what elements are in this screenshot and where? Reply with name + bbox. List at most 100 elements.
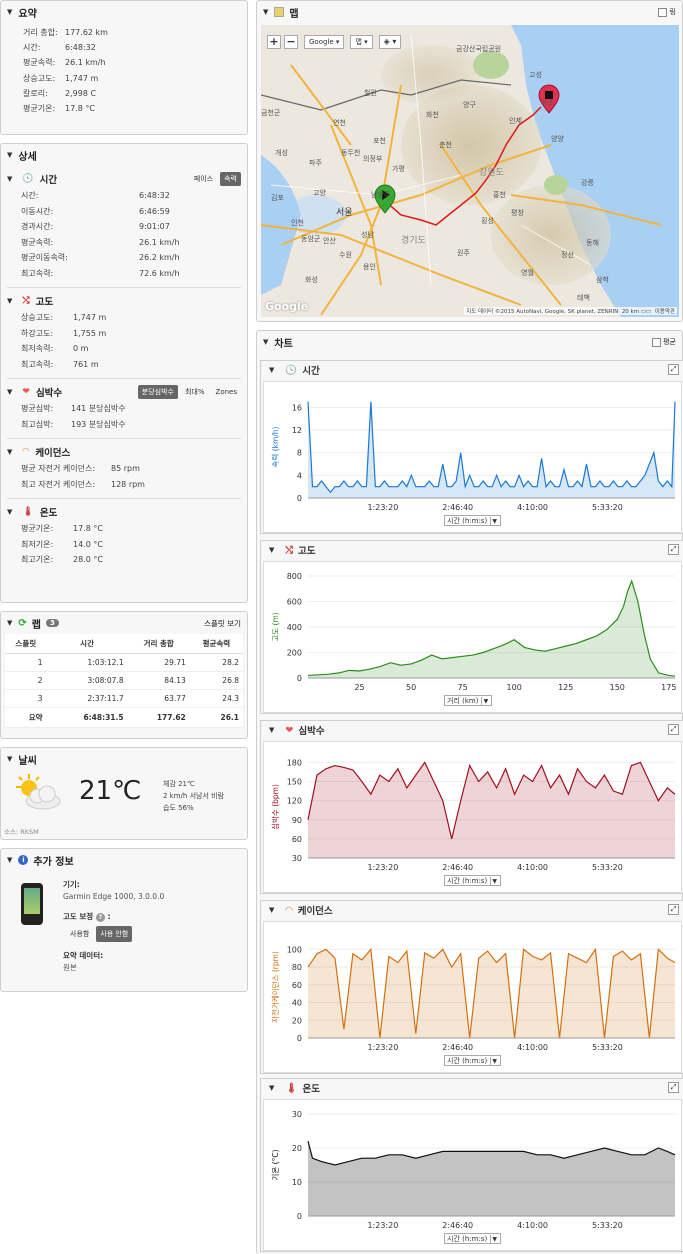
collapse-caret-icon[interactable]: ▼ bbox=[7, 297, 12, 305]
y-axis-label: 심박수 (bpm) bbox=[270, 784, 280, 830]
stat-value: 128 rpm bbox=[111, 479, 145, 489]
chevron-down-icon[interactable]: ▼ bbox=[481, 697, 489, 706]
chart-plot-area[interactable]: 30 60 90 120 150 180 1:23:20 2:46:40 4:10:00 5:33… bbox=[263, 741, 682, 893]
correction-off-button[interactable]: 사용 안함 bbox=[96, 926, 133, 942]
collapse-caret-icon[interactable]: ▼ bbox=[7, 151, 12, 159]
expand-icon[interactable]: ⤢ bbox=[668, 1082, 679, 1093]
cadence-section-title: 케이던스 bbox=[35, 448, 71, 459]
average-checkbox[interactable] bbox=[651, 337, 661, 347]
x-axis-select[interactable]: 시간 (h:m:s) ▼ bbox=[444, 1055, 502, 1066]
lap-column-header[interactable]: 거리 총합 bbox=[127, 634, 190, 654]
collapse-caret-icon[interactable]: ▼ bbox=[263, 8, 268, 16]
stat-label: 시간: bbox=[21, 191, 39, 200]
lap-total-row: 요약 6:48:31.5 177.62 26.1 bbox=[5, 707, 243, 728]
collapse-caret-icon[interactable]: ▼ bbox=[7, 755, 12, 763]
chevron-down-icon[interactable]: ▼ bbox=[490, 1057, 498, 1066]
detail-title: 상세 bbox=[18, 151, 37, 163]
lap-column-header[interactable]: 스플릿 bbox=[5, 634, 47, 654]
stat-value: 26.2 km/h bbox=[139, 253, 180, 262]
summary-title: 요약 bbox=[18, 8, 37, 20]
map-place-label: 강릉 bbox=[581, 178, 594, 187]
y-tick-label: 400 bbox=[287, 623, 302, 632]
map-type-select[interactable]: 맵 ▾ bbox=[350, 35, 373, 49]
expand-icon[interactable]: ⤢ bbox=[668, 724, 679, 735]
pace-toggle[interactable]: 페이스 bbox=[190, 172, 217, 186]
stat-row: 시간: 6:48:32 bbox=[23, 40, 247, 55]
terms-link[interactable]: 이용약관 bbox=[655, 309, 675, 315]
map-provider-select[interactable]: Google ▾ bbox=[304, 35, 345, 49]
zoom-out-button[interactable]: − bbox=[284, 35, 298, 49]
split-view-link[interactable]: 스플릿 보기 bbox=[204, 618, 241, 629]
heartrate-section-title: 심박수 bbox=[35, 388, 63, 399]
chevron-down-icon[interactable]: ▼ bbox=[490, 517, 498, 526]
y-tick-label: 0 bbox=[297, 674, 302, 683]
summary-data-label: 요약 데이터: bbox=[63, 951, 104, 960]
y-tick-label: 0 bbox=[297, 494, 302, 503]
lap-row[interactable]: 3 2:37:11.7 63.77 24.3 bbox=[5, 689, 243, 708]
lap-total-cell: 177.62 bbox=[127, 707, 190, 728]
map-place-label: 영월 bbox=[521, 268, 534, 277]
zoom-in-button[interactable]: + bbox=[267, 35, 281, 49]
expand-icon[interactable]: ⤢ bbox=[668, 904, 679, 915]
map-place-label: 철원 bbox=[364, 88, 377, 97]
stat-row: 최저속력: 0 m bbox=[21, 341, 241, 357]
chart-plot-area[interactable]: 0 20 40 60 80 100 1:23:20 2:46:40 4:10:00 5:33:20… bbox=[263, 921, 682, 1073]
zones-toggle[interactable]: Zones bbox=[212, 386, 241, 398]
fullscreen-checkbox[interactable] bbox=[658, 7, 668, 17]
speed-toggle[interactable]: 속력 bbox=[220, 172, 241, 186]
chart-title: 케이던스 bbox=[297, 906, 333, 917]
maxpct-toggle[interactable]: 최대% bbox=[181, 385, 209, 399]
chevron-down-icon[interactable]: ▼ bbox=[490, 877, 498, 886]
stat-row: 평균심박: 141 분당심박수 bbox=[21, 401, 241, 417]
lap-row[interactable]: 2 3:08:07.8 84.13 26.8 bbox=[5, 671, 243, 690]
collapse-caret-icon[interactable]: ▼ bbox=[7, 8, 12, 16]
collapse-caret-icon[interactable]: ▼ bbox=[269, 1084, 274, 1092]
collapse-caret-icon[interactable]: ▼ bbox=[7, 508, 12, 516]
x-axis-select[interactable]: 거리 (km) ▼ bbox=[444, 695, 493, 706]
stat-value: 6:46:59 bbox=[139, 206, 170, 216]
lap-column-header[interactable]: 평균속력 bbox=[189, 634, 243, 654]
map-place-label: 고성 bbox=[529, 70, 542, 79]
correction-on-button[interactable]: 사용함 bbox=[66, 926, 93, 942]
collapse-caret-icon[interactable]: ▼ bbox=[269, 726, 274, 734]
elevation-icon: ⤭ bbox=[285, 544, 293, 556]
chart-plot-area[interactable]: 0 10 20 30 1:23:20 2:46:40 4:10:00 5:33:20 기온 (°… bbox=[263, 1099, 682, 1251]
y-tick-label: 180 bbox=[287, 758, 302, 767]
collapse-caret-icon[interactable]: ▼ bbox=[263, 338, 268, 346]
help-icon[interactable]: ? bbox=[95, 913, 105, 922]
stat-label: 최고속력: bbox=[21, 268, 54, 278]
collapse-caret-icon[interactable]: ▼ bbox=[269, 546, 274, 554]
lap-row[interactable]: 1 1:03:12.1 29.71 28.2 bbox=[5, 653, 243, 672]
lap-column-header[interactable]: 시간 bbox=[46, 634, 128, 654]
map-canvas[interactable]: 금강산국립공원 고성 철원 양구 화천 인제 속초 양양 연천 포천 춘천 가평 개성 파주 동두천 의정부 강… bbox=[261, 25, 679, 317]
x-tick-label: 150 bbox=[610, 683, 625, 692]
x-tick-label: 100 bbox=[507, 683, 522, 692]
chart-elev: ▼ ⤭ 고도 ⤢ 0 200 400 600 800 25 50 75 100 125 150 175 고도 (… bbox=[260, 540, 683, 714]
collapse-caret-icon[interactable]: ▼ bbox=[7, 619, 12, 627]
expand-icon[interactable]: ⤢ bbox=[668, 364, 679, 375]
layers-icon[interactable]: ◈ ▾ bbox=[378, 35, 402, 49]
chart-plot-area[interactable]: 0 200 400 600 800 25 50 75 100 125 150 175 고도 (m) 거리 … bbox=[263, 561, 682, 713]
heart-icon: ❤ bbox=[285, 724, 294, 736]
collapse-caret-icon[interactable]: ▼ bbox=[7, 448, 12, 456]
collapse-caret-icon[interactable]: ▼ bbox=[7, 175, 12, 183]
x-axis-select[interactable]: 시간 (h:m:s) ▼ bbox=[444, 515, 502, 526]
x-tick-label: 1:23:20 bbox=[367, 1043, 398, 1052]
collapse-caret-icon[interactable]: ▼ bbox=[7, 388, 12, 396]
map-place-label: 춘천 bbox=[439, 140, 452, 149]
stat-row: 최고속력: 761 m bbox=[21, 357, 241, 373]
collapse-caret-icon[interactable]: ▼ bbox=[269, 366, 274, 374]
expand-icon[interactable]: ⤢ bbox=[668, 544, 679, 555]
chevron-down-icon[interactable]: ▼ bbox=[490, 1235, 498, 1244]
x-axis-select[interactable]: 시간 (h:m:s) ▼ bbox=[444, 1233, 502, 1244]
map-place-label: 용인 bbox=[363, 262, 376, 271]
stat-label: 평균기온: bbox=[21, 524, 54, 533]
bpm-toggle[interactable]: 분당심박수 bbox=[137, 385, 178, 399]
partly-cloudy-icon bbox=[11, 772, 63, 812]
stat-row: 평균기온: 17.8 °C bbox=[23, 101, 247, 116]
chart-plot-area[interactable]: 0 4 8 12 16 1:23:20 2:46:40 4:10:00 5:33:20 속력 (k… bbox=[263, 381, 682, 533]
lap-cell: 2:37:11.7 bbox=[46, 689, 128, 708]
collapse-caret-icon[interactable]: ▼ bbox=[7, 856, 12, 864]
collapse-caret-icon[interactable]: ▼ bbox=[269, 906, 274, 914]
x-axis-select[interactable]: 시간 (h:m:s) ▼ bbox=[444, 875, 502, 886]
